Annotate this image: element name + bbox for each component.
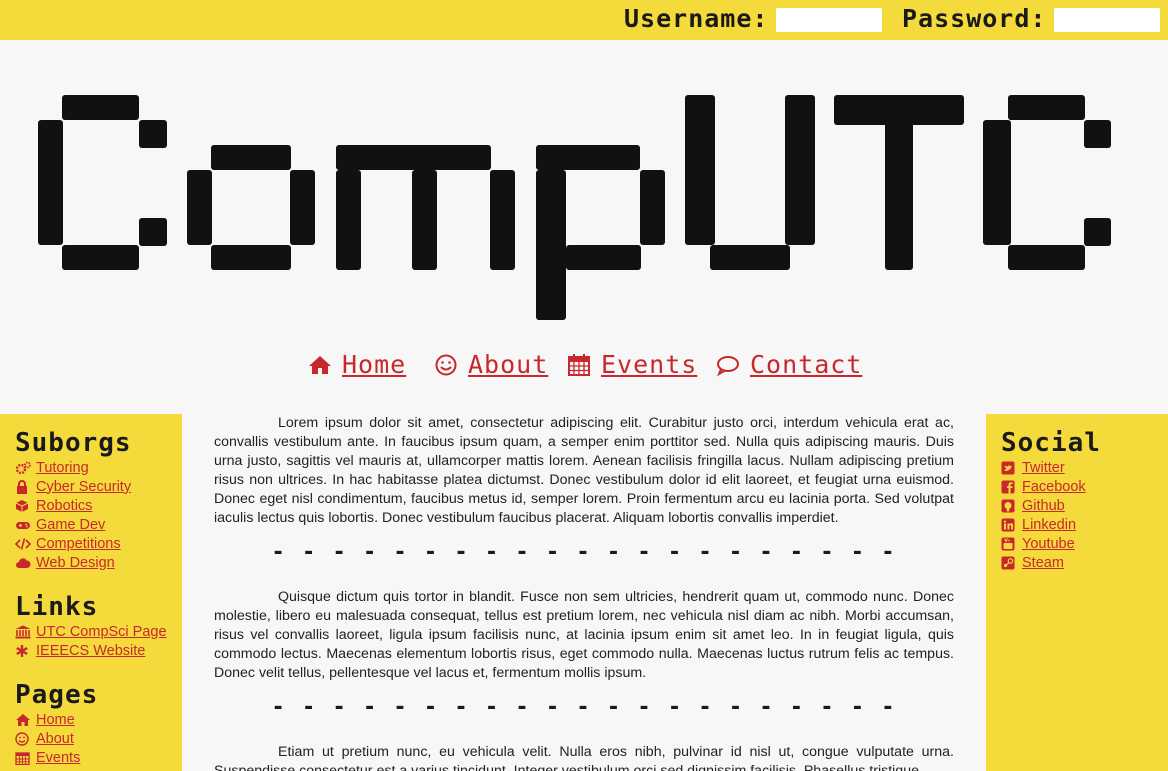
content-paragraph: Etiam ut pretium nunc, eu vehicula velit… [214, 744, 954, 771]
gears-icon [15, 461, 31, 474]
cloud-icon [16, 557, 31, 568]
sidebar-link-web-design[interactable]: Web Design [36, 555, 115, 571]
code-icon [15, 537, 31, 550]
social-list: Twitter Facebook Github Linkedin Youtube… [1001, 458, 1168, 572]
social-link-twitter[interactable]: Twitter [1022, 460, 1065, 476]
social-item-github[interactable]: Github [1001, 496, 1168, 515]
sidebar-link-about[interactable]: About [36, 731, 74, 747]
sidebar-link-ieeecs[interactable]: IEEECS Website [36, 643, 145, 659]
sidebar-link-home[interactable]: Home [36, 712, 75, 728]
university-icon [15, 625, 31, 638]
calendar-icon [568, 353, 590, 376]
suborgs-heading: Suborgs [15, 428, 132, 458]
password-label: Password: [902, 4, 1047, 33]
pages-list: Home About Events [15, 710, 182, 767]
cube-icon [15, 499, 29, 512]
username-input[interactable] [776, 8, 882, 32]
sidebar-link-game-dev[interactable]: Game Dev [36, 517, 105, 533]
nav-events-link[interactable]: Events [601, 350, 697, 379]
section-divider: - - - - - - - - - - - - - - - - - - - - … [271, 695, 897, 720]
chat-bubble-icon [716, 355, 739, 376]
facebook-icon [1001, 480, 1015, 494]
right-sidebar: Social Twitter Facebook Github Linkedin … [986, 414, 1168, 771]
sidebar-item-competitions[interactable]: Competitions [15, 534, 182, 553]
social-link-facebook[interactable]: Facebook [1022, 479, 1086, 495]
social-link-github[interactable]: Github [1022, 498, 1065, 514]
suborgs-list: Tutoring Cyber Security Robotics Game De… [15, 458, 182, 572]
nav-contact[interactable]: Contact [716, 350, 862, 379]
sidebar-link-events[interactable]: Events [36, 750, 80, 766]
twitter-icon [1001, 461, 1015, 474]
left-sidebar: Suborgs Tutoring Cyber Security Robotics… [0, 414, 182, 771]
home-icon [16, 713, 30, 726]
linkedin-icon [1001, 518, 1015, 531]
sidebar-link-competitions[interactable]: Competitions [36, 536, 121, 552]
nav-contact-link[interactable]: Contact [750, 350, 862, 379]
content-paragraph: Quisque dictum quis tortor in blandit. F… [214, 589, 954, 681]
gamepad-icon [16, 521, 30, 529]
sidebar-item-utc-compsci[interactable]: UTC CompSci Page [15, 622, 182, 641]
login-bar: Username: Password: [0, 0, 1168, 40]
social-item-steam[interactable]: Steam [1001, 553, 1168, 572]
content-paragraph: Lorem ipsum dolor sit amet, consectetur … [214, 415, 954, 526]
links-heading: Links [15, 592, 99, 622]
social-link-youtube[interactable]: Youtube [1022, 536, 1075, 552]
username-label: Username: [624, 4, 769, 33]
social-link-linkedin[interactable]: Linkedin [1022, 517, 1076, 533]
social-link-steam[interactable]: Steam [1022, 555, 1064, 571]
section-divider: - - - - - - - - - - - - - - - - - - - - … [271, 540, 897, 565]
sidebar-item-cyber-security[interactable]: Cyber Security [15, 477, 182, 496]
sidebar-item-web-design[interactable]: Web Design [15, 553, 182, 572]
sidebar-link-utc-compsci[interactable]: UTC CompSci Page [36, 624, 167, 640]
sidebar-item-robotics[interactable]: Robotics [15, 496, 182, 515]
nav-events[interactable]: Events [567, 350, 697, 379]
nav-home[interactable]: Home [308, 350, 406, 379]
sidebar-link-robotics[interactable]: Robotics [36, 498, 92, 514]
social-item-linkedin[interactable]: Linkedin [1001, 515, 1168, 534]
social-heading: Social [1001, 428, 1101, 458]
sidebar-item-ieeecs[interactable]: IEEECS Website [15, 641, 182, 660]
sidebar-item-game-dev[interactable]: Game Dev [15, 515, 182, 534]
main-nav: Home About Events Contact [0, 350, 1168, 390]
sidebar-link-cyber-security[interactable]: Cyber Security [36, 479, 131, 495]
links-list: UTC CompSci Page IEEECS Website [15, 622, 182, 660]
steam-icon [1001, 556, 1015, 569]
password-input[interactable] [1054, 8, 1160, 32]
social-item-youtube[interactable]: Youtube [1001, 534, 1168, 553]
github-icon [1001, 499, 1015, 512]
sidebar-item-about[interactable]: About [15, 729, 182, 748]
site-logo [38, 95, 1111, 320]
asterisk-icon [16, 644, 28, 657]
lock-icon [17, 479, 27, 494]
sidebar-link-tutoring[interactable]: Tutoring [36, 460, 89, 476]
youtube-icon [1001, 537, 1015, 550]
main-content: Lorem ipsum dolor sit amet, consectetur … [214, 414, 954, 771]
sidebar-item-home[interactable]: Home [15, 710, 182, 729]
nav-home-link[interactable]: Home [342, 350, 406, 379]
home-icon [309, 355, 331, 374]
nav-about-link[interactable]: About [468, 350, 548, 379]
pages-heading: Pages [15, 680, 99, 710]
sidebar-item-tutoring[interactable]: Tutoring [15, 458, 182, 477]
social-item-facebook[interactable]: Facebook [1001, 477, 1168, 496]
smile-icon [435, 354, 457, 375]
calendar-icon [15, 751, 30, 765]
sidebar-item-events[interactable]: Events [15, 748, 182, 767]
social-item-twitter[interactable]: Twitter [1001, 458, 1168, 477]
smile-icon [15, 731, 29, 746]
nav-about[interactable]: About [434, 350, 548, 379]
